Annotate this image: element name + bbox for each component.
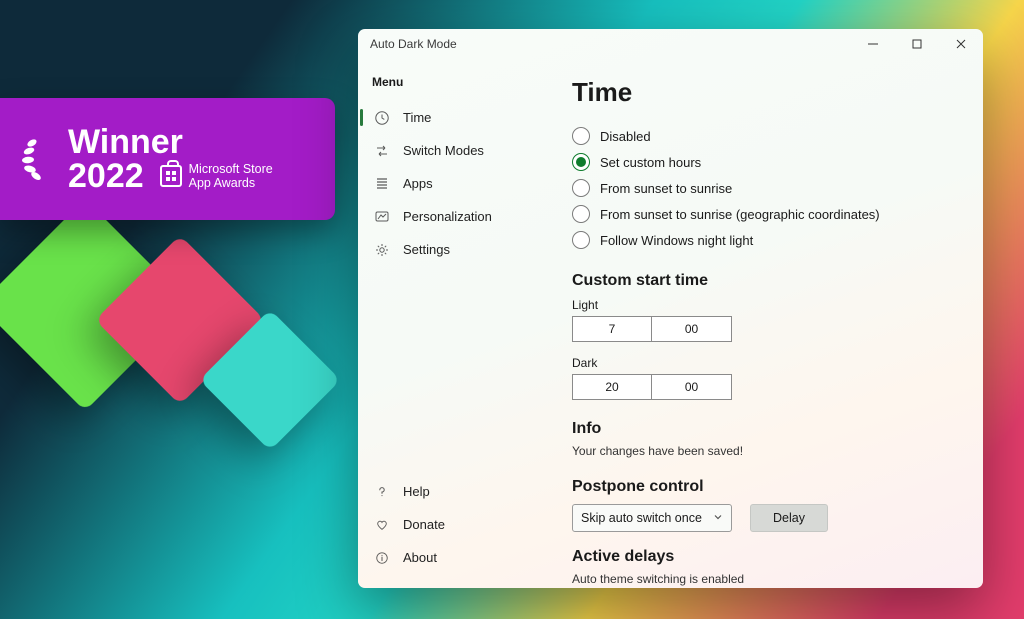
banner-year: 2022 (68, 159, 144, 193)
sidebar-item-about[interactable]: About (358, 541, 550, 574)
sidebar-item-label: Switch Modes (403, 143, 484, 158)
heart-icon (374, 517, 390, 533)
sidebar-item-switch-modes[interactable]: Switch Modes (358, 134, 550, 167)
help-icon (374, 484, 390, 500)
banner-award-line1: Microsoft Store (189, 162, 273, 176)
dark-label: Dark (572, 356, 955, 370)
custom-start-heading: Custom start time (572, 272, 955, 290)
radio-sunset-sunrise-geo[interactable]: From sunset to sunrise (geographic coord… (572, 202, 955, 226)
radio-icon (572, 205, 590, 223)
banner-title: Winner (68, 125, 273, 159)
sidebar-item-label: Donate (403, 517, 445, 532)
sidebar-item-label: Apps (403, 176, 433, 191)
sidebar-item-personalization[interactable]: Personalization (358, 200, 550, 233)
radio-label: Disabled (600, 129, 651, 144)
gear-icon (374, 242, 390, 258)
postpone-heading: Postpone control (572, 478, 955, 496)
menu-heading: Menu (358, 69, 550, 101)
info-icon (374, 550, 390, 566)
ms-store-icon (160, 165, 182, 187)
active-delays-text: Auto theme switching is enabled (572, 572, 955, 586)
radio-icon (572, 153, 590, 171)
sidebar-item-help[interactable]: Help (358, 475, 550, 508)
postpone-dropdown[interactable]: Skip auto switch once (572, 504, 732, 532)
sidebar: Menu Time Switch Modes (358, 59, 550, 588)
radio-follow-night-light[interactable]: Follow Windows night light (572, 228, 955, 252)
radio-label: From sunset to sunrise (geographic coord… (600, 207, 880, 222)
info-text: Your changes have been saved! (572, 444, 955, 458)
radio-disabled[interactable]: Disabled (572, 124, 955, 148)
window-title: Auto Dark Mode (370, 37, 457, 51)
sidebar-item-apps[interactable]: Apps (358, 167, 550, 200)
radio-icon (572, 127, 590, 145)
maximize-button[interactable] (895, 29, 939, 59)
sidebar-item-label: Time (403, 110, 431, 125)
page-title: Time (572, 77, 955, 108)
radio-icon (572, 231, 590, 249)
main-content: Time Disabled Set custom hours From suns… (550, 59, 983, 588)
light-minute-input[interactable]: 00 (652, 316, 732, 342)
laurel-icon (20, 135, 60, 183)
sidebar-item-label: About (403, 550, 437, 565)
sidebar-item-settings[interactable]: Settings (358, 233, 550, 266)
radio-sunset-sunrise[interactable]: From sunset to sunrise (572, 176, 955, 200)
app-window: Auto Dark Mode Menu (358, 29, 983, 588)
radio-label: Set custom hours (600, 155, 701, 170)
info-heading: Info (572, 420, 955, 438)
delay-button[interactable]: Delay (750, 504, 828, 532)
sidebar-item-time[interactable]: Time (358, 101, 550, 134)
personalization-icon (374, 209, 390, 225)
light-hour-input[interactable]: 7 (572, 316, 652, 342)
radio-set-custom-hours[interactable]: Set custom hours (572, 150, 955, 174)
award-banner: Winner 2022 Microsoft Store App Awards (0, 98, 335, 220)
radio-label: Follow Windows night light (600, 233, 753, 248)
dark-hour-input[interactable]: 20 (572, 374, 652, 400)
sidebar-item-label: Help (403, 484, 430, 499)
clock-icon (374, 110, 390, 126)
dropdown-value: Skip auto switch once (581, 511, 702, 525)
banner-award-line2: App Awards (189, 176, 273, 190)
active-delays-heading: Active delays (572, 548, 955, 566)
sidebar-item-label: Settings (403, 242, 450, 257)
minimize-button[interactable] (851, 29, 895, 59)
switch-icon (374, 143, 390, 159)
radio-label: From sunset to sunrise (600, 181, 732, 196)
sidebar-item-label: Personalization (403, 209, 492, 224)
apps-icon (374, 176, 390, 192)
radio-icon (572, 179, 590, 197)
delay-button-label: Delay (773, 511, 805, 525)
sidebar-item-donate[interactable]: Donate (358, 508, 550, 541)
dark-minute-input[interactable]: 00 (652, 374, 732, 400)
close-button[interactable] (939, 29, 983, 59)
light-label: Light (572, 298, 955, 312)
titlebar[interactable]: Auto Dark Mode (358, 29, 983, 59)
chevron-down-icon (713, 511, 723, 525)
